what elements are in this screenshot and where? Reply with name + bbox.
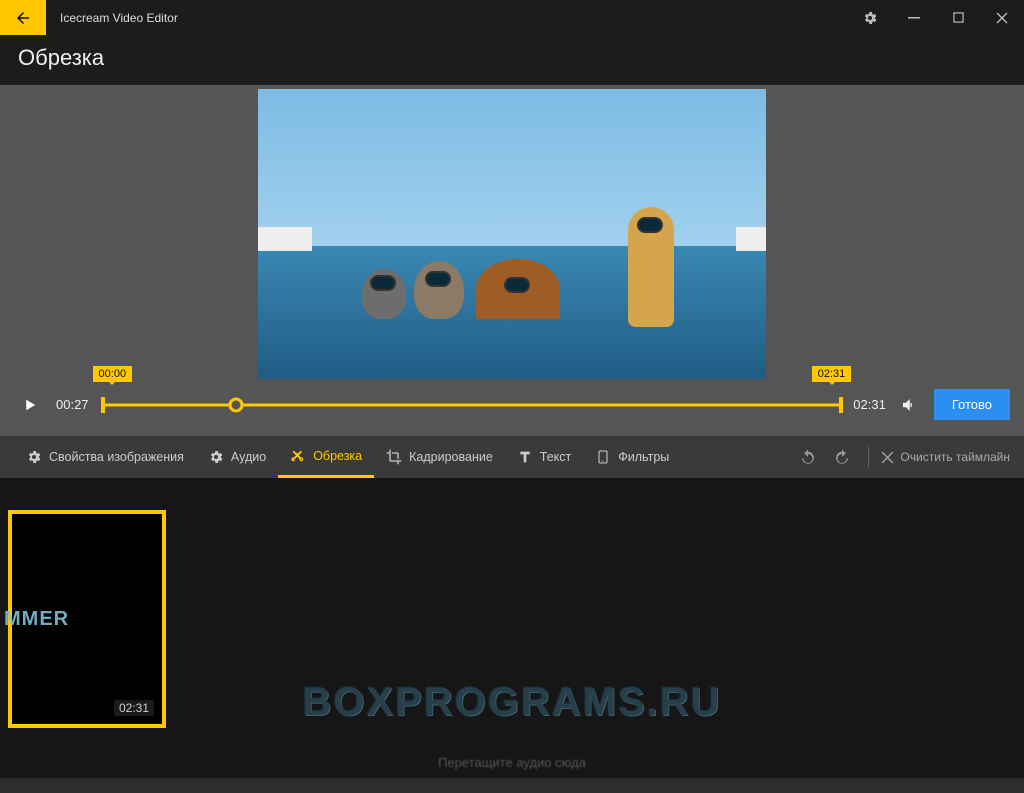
tool-label: Текст — [540, 450, 571, 464]
clip-duration: 02:31 — [114, 700, 154, 716]
minimize-icon — [908, 12, 920, 24]
tool-label: Аудио — [231, 450, 266, 464]
watermark-text: BOXPROGRAMS.RU — [302, 680, 721, 725]
redo-button[interactable] — [828, 443, 856, 471]
preview-controls: 00:27 00:00 02:31 02:31 Готово — [0, 379, 1024, 424]
back-button[interactable] — [0, 0, 46, 35]
tool-crop[interactable]: Кадрирование — [374, 436, 505, 478]
text-icon — [517, 449, 533, 465]
tool-trim[interactable]: Обрезка — [278, 436, 374, 478]
crop-icon — [386, 449, 402, 465]
timeline-area: MMER 02:31 Перетащите аудио сюда — [0, 478, 1024, 778]
done-button[interactable]: Готово — [934, 389, 1010, 420]
minimize-button[interactable] — [892, 0, 936, 35]
trim-end-handle[interactable] — [839, 397, 843, 413]
undo-button[interactable] — [794, 443, 822, 471]
timeline-ruler[interactable] — [12, 486, 1024, 500]
app-title: Icecream Video Editor — [60, 11, 848, 25]
gear-icon — [208, 449, 224, 465]
trim-start-handle[interactable] — [101, 397, 105, 413]
trim-end-marker[interactable]: 02:31 — [812, 366, 852, 382]
close-icon — [881, 451, 894, 464]
page-title: Обрезка — [0, 35, 1024, 85]
clear-timeline-button[interactable]: Очистить таймлайн — [881, 450, 1010, 464]
playhead-thumb[interactable] — [228, 397, 243, 412]
tool-audio[interactable]: Аудио — [196, 436, 278, 478]
settings-button[interactable] — [848, 0, 892, 35]
play-icon — [21, 396, 39, 414]
clip-thumb-text: MMER — [4, 608, 69, 631]
gear-icon — [26, 449, 42, 465]
trim-start-marker[interactable]: 00:00 — [93, 366, 133, 382]
maximize-icon — [953, 12, 964, 23]
speaker-icon — [900, 396, 918, 414]
tool-label: Фильтры — [618, 450, 669, 464]
current-time: 00:27 — [56, 397, 89, 412]
tool-image-properties[interactable]: Свойства изображения — [14, 436, 196, 478]
trim-slider[interactable]: 00:00 02:31 — [103, 393, 842, 417]
tool-text[interactable]: Текст — [505, 436, 583, 478]
video-preview[interactable] — [258, 89, 766, 379]
arrow-left-icon — [14, 9, 32, 27]
close-button[interactable] — [980, 0, 1024, 35]
preview-area: 00:27 00:00 02:31 02:31 Готово — [0, 85, 1024, 436]
tool-toolbar: Свойства изображения Аудио Обрезка Кадри… — [0, 436, 1024, 478]
volume-button[interactable] — [898, 394, 920, 416]
tool-label: Обрезка — [313, 449, 362, 463]
audio-drop-hint: Перетащите аудио сюда — [0, 755, 1024, 770]
gear-icon — [862, 10, 878, 26]
clip-item[interactable]: MMER 02:31 — [8, 510, 166, 728]
duration-time: 02:31 — [853, 397, 886, 412]
clear-timeline-label: Очистить таймлайн — [900, 450, 1010, 464]
tool-label: Свойства изображения — [49, 450, 184, 464]
tool-label: Кадрирование — [409, 450, 493, 464]
redo-icon — [833, 448, 851, 466]
scissors-icon — [290, 448, 306, 464]
titlebar: Icecream Video Editor — [0, 0, 1024, 35]
close-icon — [996, 12, 1008, 24]
maximize-button[interactable] — [936, 0, 980, 35]
play-button[interactable] — [18, 393, 42, 417]
filter-icon — [595, 449, 611, 465]
undo-icon — [799, 448, 817, 466]
tool-filters[interactable]: Фильтры — [583, 436, 681, 478]
